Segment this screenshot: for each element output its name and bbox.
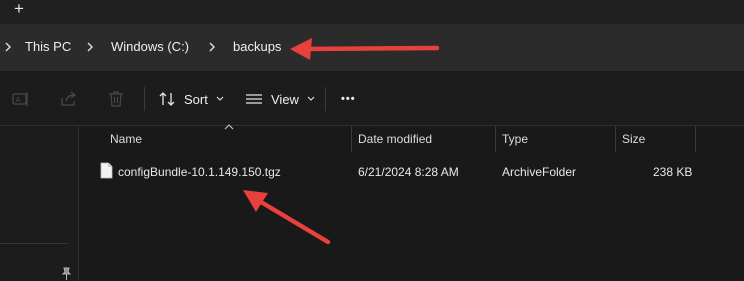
breadcrumb-this-pc[interactable]: This PC	[25, 38, 71, 56]
address-bar-row: This PC Windows (C:) backups	[0, 24, 744, 70]
share-icon[interactable]	[59, 89, 79, 109]
file-icon	[100, 162, 113, 179]
sort-ascending-icon	[224, 124, 234, 130]
address-bar[interactable]: This PC Windows (C:) backups	[0, 24, 744, 70]
chevron-right-icon[interactable]	[84, 39, 96, 55]
column-header-size[interactable]: Size	[622, 131, 645, 147]
svg-text:A: A	[16, 96, 21, 104]
navigation-pane[interactable]	[0, 126, 79, 281]
trash-icon[interactable]	[106, 89, 126, 109]
column-divider[interactable]	[495, 126, 496, 152]
view-button[interactable]: View	[245, 88, 315, 110]
chevron-down-icon	[307, 96, 315, 101]
rename-icon[interactable]: A	[11, 89, 31, 109]
column-header-type[interactable]: Type	[502, 131, 528, 147]
sort-icon	[159, 92, 175, 106]
plus-icon[interactable]: +	[14, 0, 24, 17]
tab-strip: +	[0, 0, 744, 24]
pin-icon[interactable]	[60, 267, 72, 281]
view-icon	[246, 94, 262, 104]
sort-label: Sort	[184, 91, 208, 107]
file-list: Name Date modified Type Size configBundl…	[79, 124, 744, 281]
column-divider[interactable]	[695, 126, 696, 152]
file-size: 238 KB	[653, 165, 693, 179]
column-divider[interactable]	[615, 126, 616, 152]
file-date-modified: 6/21/2024 8:28 AM	[358, 165, 459, 179]
view-label: View	[271, 91, 299, 107]
more-options-button[interactable]: •••	[341, 88, 356, 110]
chevron-right-icon	[5, 42, 11, 52]
file-name[interactable]: configBundle-10.1.149.150.tgz	[118, 164, 281, 180]
column-header-name[interactable]: Name	[110, 131, 142, 147]
chevron-right-icon[interactable]	[206, 39, 218, 55]
file-explorer-window: + This PC Windows (C:) backups A Sort Vi…	[0, 0, 744, 281]
toolbar-separator	[144, 87, 145, 111]
nav-divider	[0, 243, 68, 244]
breadcrumb-backups[interactable]: backups	[233, 38, 281, 56]
breadcrumb-windows-c[interactable]: Windows (C:)	[111, 38, 189, 56]
sort-button[interactable]: Sort	[158, 88, 224, 110]
chevron-down-icon	[216, 96, 224, 101]
file-type: ArchiveFolder	[502, 165, 577, 179]
more-icon: •••	[341, 93, 356, 105]
column-divider[interactable]	[351, 126, 352, 152]
command-bar: A Sort View •••	[0, 71, 744, 125]
column-header-date-modified[interactable]: Date modified	[358, 131, 432, 147]
toolbar-separator	[325, 87, 326, 111]
